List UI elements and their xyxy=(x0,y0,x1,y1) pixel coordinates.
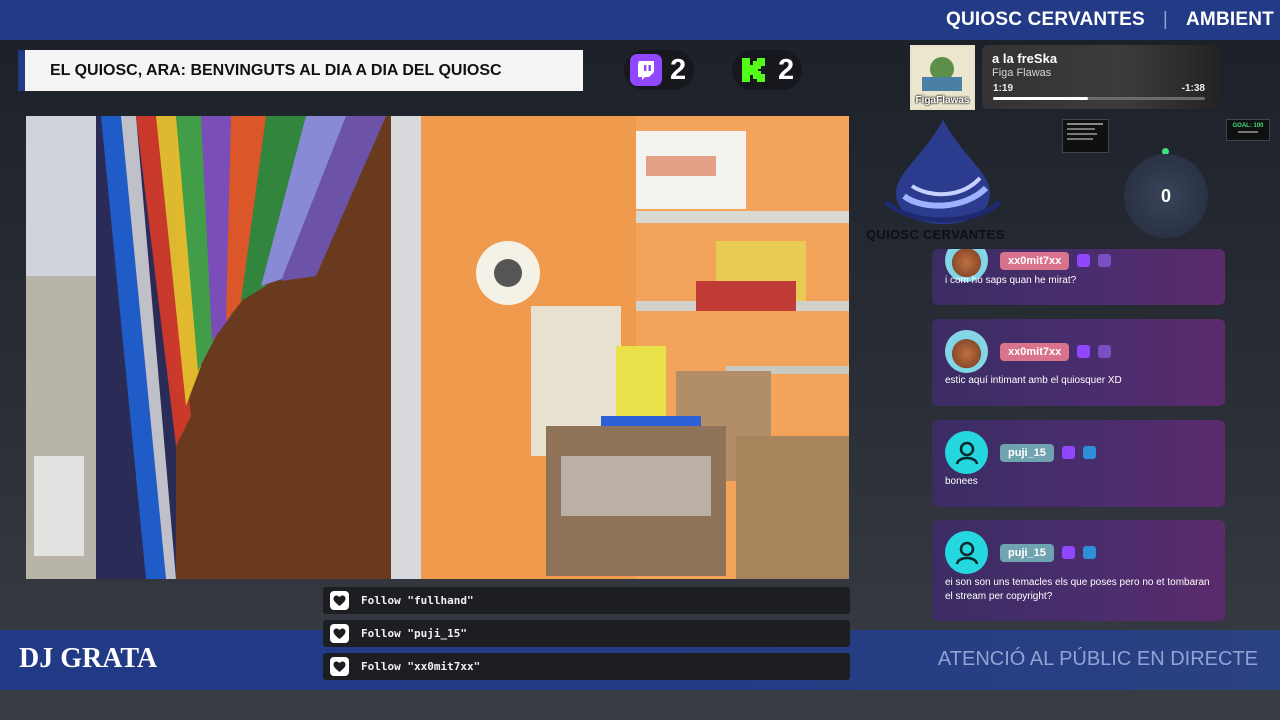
chat-message: xx0mit7xx estic aquí intimant amb el qui… xyxy=(932,319,1225,406)
chat-message-header: puji_15 xyxy=(945,531,1096,574)
chat-message-text: estic aquí intimant amb el quiosquer XD xyxy=(945,375,1122,386)
goal-label: GOAL: 100 xyxy=(1232,123,1264,129)
chat-message: xx0mit7xx i com ho saps quan he mirat? xyxy=(932,249,1225,305)
kick-icon xyxy=(738,54,770,86)
now-playing-card: a la freSka Figa Flawas 1:19 -1:38 xyxy=(982,45,1220,109)
follow-alert: Follow "puji_15" xyxy=(323,620,850,647)
twitch-badge-icon xyxy=(1061,546,1075,559)
top-bar: QUIOSC CERVANTES | AMBIENT xyxy=(0,0,1280,40)
webcam-scene xyxy=(26,116,849,579)
follow-alert-text: Follow "xx0mit7xx" xyxy=(361,660,481,673)
twitch-icon xyxy=(630,54,662,86)
track-artist: Figa Flawas xyxy=(992,67,1052,79)
track-times: 1:19 -1:38 xyxy=(993,83,1205,94)
headline-banner: EL QUIOSC, ARA: BENVINGUTS AL DIA A DIA … xyxy=(18,50,583,91)
follow-alert-text: Follow "puji_15" xyxy=(361,627,467,640)
chat-message-text: i com ho saps quan he mirat? xyxy=(945,275,1077,286)
headline-text: EL QUIOSC, ARA: BENVINGUTS AL DIA A DIA … xyxy=(50,61,502,79)
album-art: FigaFlawas xyxy=(910,45,975,110)
sub-badge-icon xyxy=(1098,254,1112,267)
twitch-badge-icon xyxy=(1077,254,1091,267)
mini-stats-widget xyxy=(1062,119,1109,153)
cat-avatar xyxy=(945,330,988,373)
dj-name: DJ GRATA xyxy=(19,643,158,674)
sub-badge-icon xyxy=(1098,345,1112,358)
twitch-count: 2 xyxy=(670,53,687,86)
viewer-count: 0 xyxy=(1124,154,1208,238)
user-icon xyxy=(945,431,988,474)
ticker-item: AMBIENT xyxy=(1186,9,1274,30)
chat-username: puji_15 xyxy=(1000,543,1054,562)
viewer-badge-icon xyxy=(1082,446,1096,459)
chat-message-text: ei son son uns temacles els que poses pe… xyxy=(945,577,1210,602)
chat-message-header: xx0mit7xx xyxy=(945,330,1112,373)
track-progress-fill xyxy=(993,97,1089,100)
logo-text: QUIOSC CERVANTES xyxy=(866,227,1005,242)
chat-message: puji_15 ei son son uns temacles els que … xyxy=(932,520,1225,621)
goal-widget: GOAL: 100 xyxy=(1226,119,1270,141)
chat-username: xx0mit7xx xyxy=(1000,342,1070,361)
track-elapsed: 1:19 xyxy=(993,83,1014,94)
twitch-badge-icon xyxy=(1061,446,1075,459)
twitch-badge-icon xyxy=(1077,345,1091,358)
attention-text: ATENCIÓ AL PÚBLIC EN DIRECTE xyxy=(937,648,1258,670)
chat-message: puji_15 bonees xyxy=(932,420,1225,507)
twitch-counter: 2 xyxy=(624,50,694,90)
chat-message-header: puji_15 xyxy=(945,431,1096,474)
heart-icon xyxy=(330,624,349,643)
chat-message-text: bonees xyxy=(945,476,978,487)
viewer-badge-icon xyxy=(1082,546,1096,559)
track-title: a la freSka xyxy=(992,51,1058,66)
track-remaining: -1:38 xyxy=(1181,83,1205,94)
heart-icon xyxy=(330,657,349,676)
chat-username: puji_15 xyxy=(1000,443,1054,462)
quiosc-logo-icon xyxy=(884,120,1002,224)
webcam-feed xyxy=(26,116,849,579)
ticker-item: QUIOSC CERVANTES xyxy=(946,9,1145,30)
follow-alert: Follow "xx0mit7xx" xyxy=(323,653,850,680)
top-ticker: QUIOSC CERVANTES | AMBIENT xyxy=(946,9,1274,31)
heart-icon xyxy=(330,591,349,610)
user-icon xyxy=(945,531,988,574)
follow-alert-text: Follow "fullhand" xyxy=(361,594,474,607)
kick-count: 2 xyxy=(778,53,795,86)
track-progress-bar xyxy=(993,97,1205,100)
album-art-text: FigaFlawas xyxy=(915,95,970,106)
follow-alert: Follow "fullhand" xyxy=(323,587,850,614)
ticker-separator: | xyxy=(1162,9,1168,30)
chat-username: xx0mit7xx xyxy=(1000,251,1070,270)
kick-counter: 2 xyxy=(732,50,802,90)
